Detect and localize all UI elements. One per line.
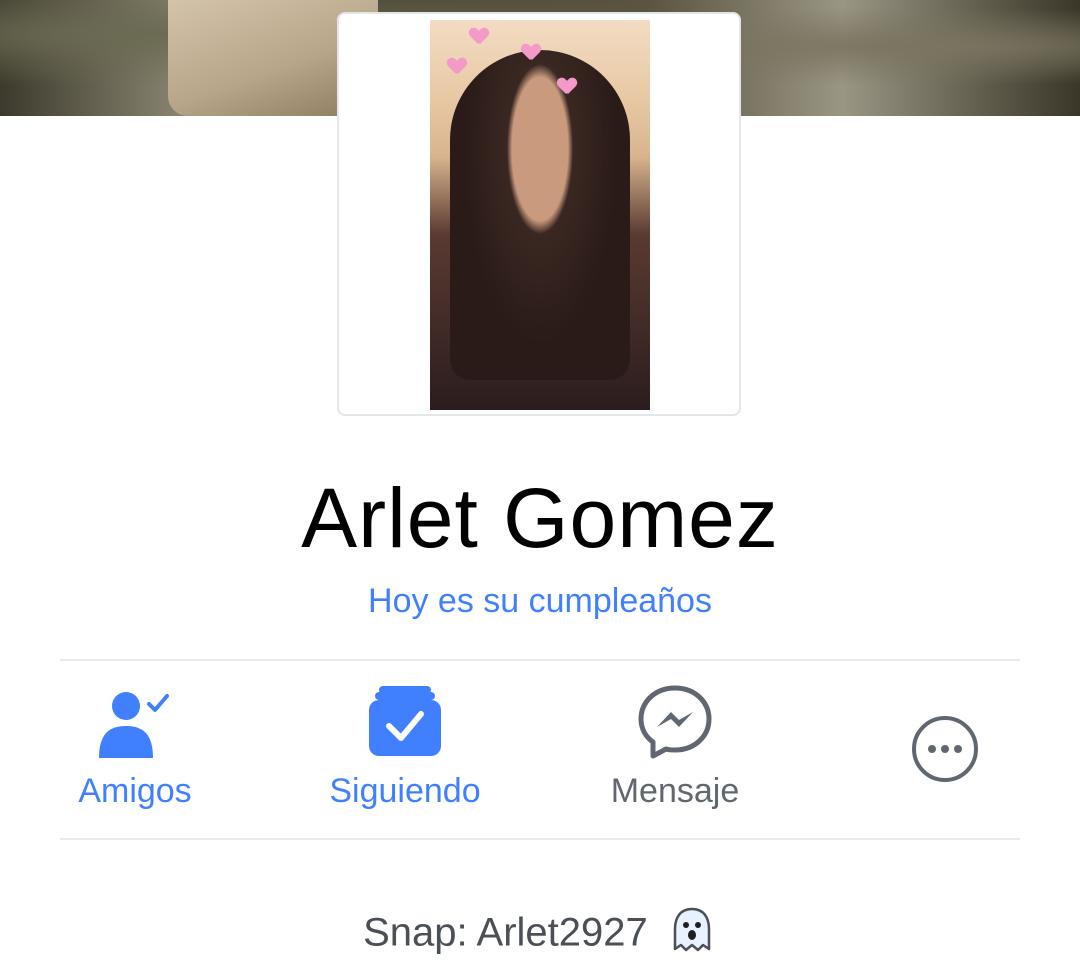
heart-sticker-icon bbox=[522, 44, 540, 60]
heart-sticker-icon bbox=[558, 78, 576, 94]
profile-picture[interactable] bbox=[430, 20, 650, 410]
birthday-link[interactable]: Hoy es su cumpleaños bbox=[0, 582, 1080, 621]
friends-button[interactable]: Amigos bbox=[55, 662, 215, 838]
bio-text: Snap: Arlet2927 bbox=[363, 910, 648, 955]
messenger-icon bbox=[635, 682, 715, 767]
more-options-icon bbox=[910, 714, 980, 789]
friends-button-label: Amigos bbox=[78, 772, 192, 810]
more-options-button[interactable] bbox=[885, 662, 1005, 838]
message-button[interactable]: Mensaje bbox=[590, 662, 760, 838]
following-check-icon bbox=[365, 682, 445, 767]
ghost-emoji-icon bbox=[667, 905, 717, 965]
following-button-label: Siguiendo bbox=[329, 772, 481, 810]
divider-top bbox=[60, 659, 1020, 661]
profile-picture-frame[interactable] bbox=[337, 12, 741, 416]
heart-sticker-icon bbox=[448, 58, 466, 74]
heart-sticker-icon bbox=[470, 28, 488, 44]
divider-bottom bbox=[60, 838, 1020, 840]
following-button[interactable]: Siguiendo bbox=[315, 662, 495, 838]
profile-bio: Snap: Arlet2927 bbox=[0, 905, 1080, 965]
profile-picture-subject bbox=[450, 50, 630, 380]
profile-name: Arlet Gomez bbox=[301, 471, 779, 565]
message-button-label: Mensaje bbox=[610, 772, 740, 810]
profile-actions-bar: Amigos Siguiendo Mensaje bbox=[0, 662, 1080, 838]
friends-check-icon bbox=[95, 682, 175, 767]
